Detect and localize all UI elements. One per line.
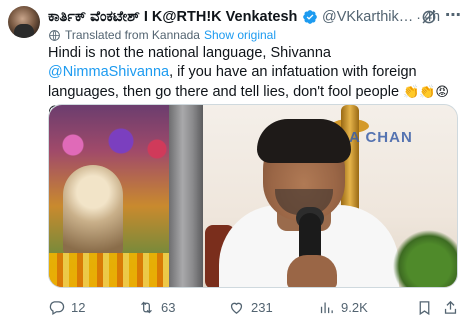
tweet-media-image[interactable]: A CHAN (48, 104, 458, 288)
like-count: 231 (251, 299, 273, 315)
media-idol (63, 165, 123, 255)
like-button[interactable]: 231 (228, 299, 273, 316)
tweet-header: ಕಾರ್ತಿಕ್ ವೆಂಕಟೇಶ್ I K@RTH!K Venkatesh… @… (48, 7, 460, 27)
retweet-icon (141, 301, 152, 313)
share-button[interactable] (442, 299, 465, 316)
translate-icon (49, 29, 60, 41)
verified-badge-icon (303, 10, 317, 24)
bookmark-icon (419, 300, 430, 315)
retweet-button[interactable]: 63 (138, 299, 175, 316)
media-hand (287, 255, 337, 287)
translation-notice: Translated from Kannada Show original (48, 28, 276, 42)
media-pillar (169, 105, 203, 287)
reply-button[interactable]: 12 (48, 299, 85, 316)
media-plant (387, 217, 457, 287)
retweet-count: 63 (161, 299, 176, 315)
show-original-link[interactable]: Show original (204, 28, 276, 42)
avatar[interactable] (8, 6, 40, 38)
media-garland (49, 253, 169, 287)
media-person-hair (257, 119, 351, 163)
views-icon (320, 302, 333, 313)
more-icon[interactable]: ⋯ (445, 5, 462, 25)
heart-icon (230, 302, 243, 314)
author-name[interactable]: ಕಾರ್ತಿಕ್ ವೆಂಕಟೇಶ್ I K@RTH!K Venkatesh… (48, 9, 298, 25)
translated-label: Translated from Kannada (65, 28, 200, 42)
tweet-text-part1: Hindi is not the national language, Shiv… (48, 45, 331, 61)
bookmark-button[interactable] (416, 299, 439, 316)
author-handle[interactable]: @VKkarthik… (322, 9, 413, 25)
grok-icon[interactable] (420, 8, 438, 26)
share-icon (444, 300, 457, 314)
media-banner: A CHAN (349, 129, 413, 146)
views-button[interactable]: 9.2K (318, 299, 368, 316)
reply-icon (49, 300, 65, 315)
views-count: 9.2K (341, 299, 368, 315)
media-flowers (49, 125, 169, 165)
action-bar: 12 63 231 9.2K (48, 296, 460, 318)
reply-count: 12 (71, 299, 86, 315)
mention-link[interactable]: @NimmaShivanna (48, 64, 169, 80)
